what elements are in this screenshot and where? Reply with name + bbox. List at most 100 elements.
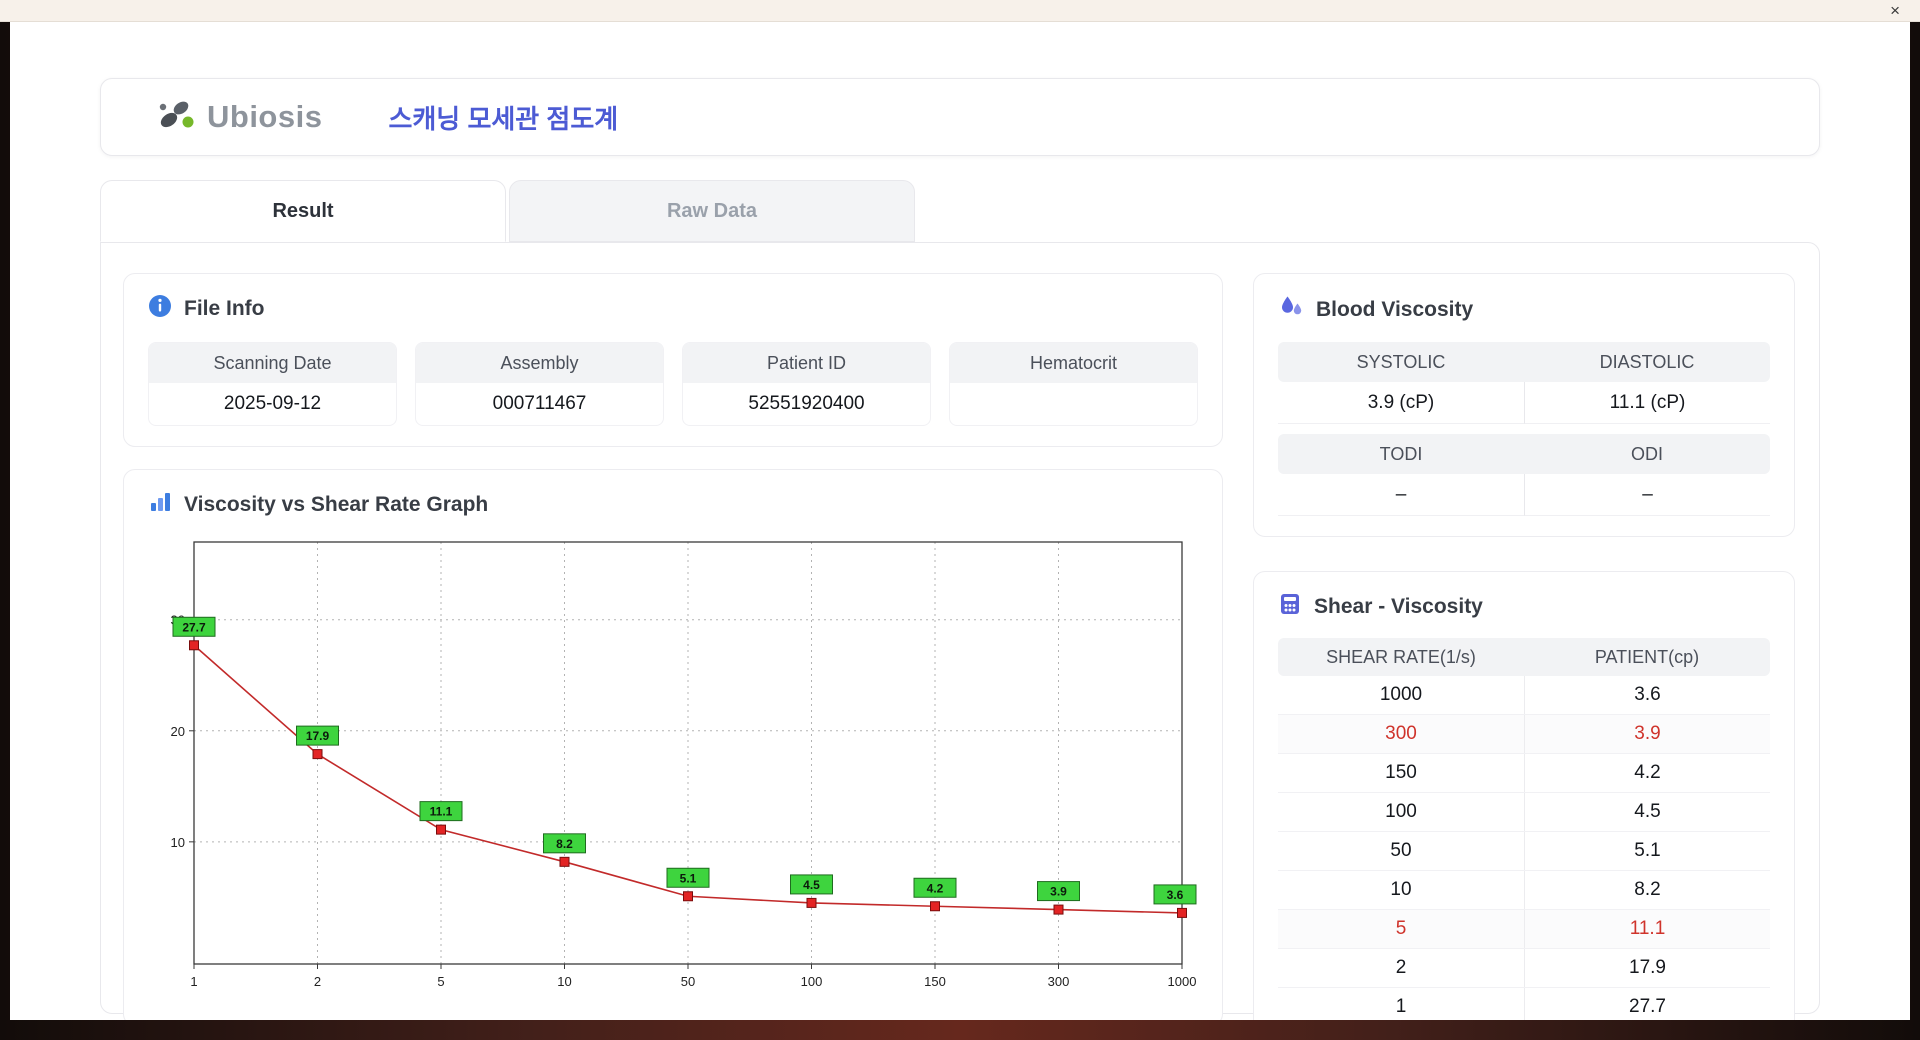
bv-header-cell: SYSTOLIC bbox=[1356, 351, 1446, 372]
svg-text:1000: 1000 bbox=[1168, 974, 1197, 989]
bv-value-row: 3.9 (cP) 11.1 (cP) bbox=[1278, 382, 1770, 424]
calculator-icon bbox=[1278, 592, 1302, 622]
blood-viscosity-card: Blood Viscosity SYSTOLIC DIASTOLIC 3.9 (… bbox=[1253, 273, 1795, 537]
bv-value-cell: 11.1 (cP) bbox=[1524, 382, 1770, 424]
close-icon[interactable]: × bbox=[1886, 0, 1904, 22]
bv-value-cell: 3.9 (cP) bbox=[1278, 382, 1524, 424]
patient-viscosity-cell: 27.7 bbox=[1524, 988, 1770, 1020]
shear-row: 150 4.2 bbox=[1278, 754, 1770, 793]
file-info-field: Patient ID 52551920400 bbox=[682, 342, 931, 426]
svg-text:50: 50 bbox=[681, 974, 695, 989]
shear-rate-cell: 1000 bbox=[1379, 684, 1423, 705]
patient-viscosity-cell: 5.1 bbox=[1524, 832, 1770, 870]
shear-rate-cell: 5 bbox=[1278, 910, 1524, 948]
svg-text:5.1: 5.1 bbox=[680, 871, 697, 885]
svg-text:150: 150 bbox=[924, 974, 946, 989]
shear-rate-cell: 150 bbox=[1385, 762, 1417, 783]
file-info-title-row: File Info bbox=[148, 294, 1198, 324]
shear-row: 100 4.5 bbox=[1278, 793, 1770, 832]
graph-title-row: Viscosity vs Shear Rate Graph bbox=[148, 490, 1198, 520]
field-label: Scanning Date bbox=[149, 343, 396, 383]
shear-rate-cell: 10 bbox=[1390, 879, 1412, 900]
page: Ubiosis 스캐닝 모세관 점도계 Result Raw Data File… bbox=[10, 22, 1910, 1020]
svg-text:5: 5 bbox=[437, 974, 444, 989]
section-title: File Info bbox=[184, 297, 265, 320]
shear-viscosity-title-row: Shear - Viscosity bbox=[1278, 592, 1770, 622]
field-value: 52551920400 bbox=[748, 393, 865, 414]
svg-text:27.7: 27.7 bbox=[182, 620, 206, 634]
field-label: Patient ID bbox=[683, 343, 930, 383]
shear-row: 300 3.9 bbox=[1278, 715, 1770, 754]
brand-logo: Ubiosis bbox=[155, 95, 322, 140]
patient-viscosity-cell: 11.1 bbox=[1524, 910, 1770, 948]
bv-grid: SYSTOLIC DIASTOLIC 3.9 (cP) 11.1 (cP) TO… bbox=[1278, 342, 1770, 516]
bv-group: TODI ODI – – bbox=[1278, 434, 1770, 516]
tab-bar: Result Raw Data bbox=[100, 180, 1820, 242]
result-panel: File Info Scanning Date 2025-09-12 Assem… bbox=[100, 242, 1820, 1020]
shear-row: 50 5.1 bbox=[1278, 832, 1770, 871]
shear-row: 10 8.2 bbox=[1278, 871, 1770, 910]
patient-viscosity-cell: 8.2 bbox=[1524, 871, 1770, 909]
viscosity-graph-card: Viscosity vs Shear Rate Graph 1 2 5 10 50 100… bbox=[123, 469, 1223, 1020]
shear-row: 2 17.9 bbox=[1278, 949, 1770, 988]
svg-text:300: 300 bbox=[1048, 974, 1070, 989]
svg-text:17.9: 17.9 bbox=[306, 729, 330, 743]
svg-text:100: 100 bbox=[801, 974, 823, 989]
tab-raw-data[interactable]: Raw Data bbox=[509, 180, 915, 242]
bv-header-cell: TODI bbox=[1379, 443, 1423, 464]
bv-header-cell: ODI bbox=[1630, 443, 1663, 464]
brand-name: Ubiosis bbox=[207, 99, 323, 134]
app-title: 스캐닝 모세관 점도계 bbox=[388, 103, 619, 134]
file-info-field: Assembly 000711467 bbox=[415, 342, 664, 426]
shear-rate-cell: 50 bbox=[1390, 840, 1412, 861]
svg-text:4.5: 4.5 bbox=[803, 878, 820, 892]
bv-value-cell: – bbox=[1524, 474, 1770, 516]
file-info-field: Hematocrit bbox=[949, 342, 1198, 426]
shear-table-header: SHEAR RATE(1/s) PATIENT(cp) bbox=[1278, 638, 1770, 676]
bv-value-row: – – bbox=[1278, 474, 1770, 516]
left-column: File Info Scanning Date 2025-09-12 Assem… bbox=[123, 273, 1223, 1020]
col-patient: PATIENT(cp) bbox=[1594, 646, 1700, 667]
shear-row: 1 27.7 bbox=[1278, 988, 1770, 1020]
svg-text:10: 10 bbox=[171, 835, 185, 850]
section-title: Viscosity vs Shear Rate Graph bbox=[184, 493, 489, 516]
field-label: Hematocrit bbox=[950, 343, 1197, 383]
patient-viscosity-cell: 4.2 bbox=[1524, 754, 1770, 792]
svg-text:3.6: 3.6 bbox=[1167, 888, 1184, 902]
svg-text:20: 20 bbox=[171, 724, 185, 739]
patient-viscosity-cell: 3.9 bbox=[1524, 715, 1770, 753]
viscosity-shear-chart: 1251050100150300100010203027.717.911.18.… bbox=[171, 541, 1197, 989]
shear-row: 1000 3.6 bbox=[1278, 676, 1770, 715]
patient-viscosity-cell: 17.9 bbox=[1524, 949, 1770, 987]
shear-rate-cell: 100 bbox=[1385, 801, 1417, 822]
file-info-fields: Scanning Date 2025-09-12 Assembly 000711… bbox=[148, 342, 1198, 426]
blood-viscosity-title-row: Blood Viscosity bbox=[1278, 294, 1770, 326]
right-column: Blood Viscosity SYSTOLIC DIASTOLIC 3.9 (… bbox=[1253, 273, 1795, 1020]
field-value: 2025-09-12 bbox=[223, 393, 322, 414]
field-value bbox=[950, 383, 1197, 425]
field-label: Assembly bbox=[416, 343, 663, 383]
shear-viscosity-card: Shear - Viscosity SHEAR RATE(1/s) PATIEN… bbox=[1253, 571, 1795, 1020]
shear-rate-cell: 2 bbox=[1395, 957, 1407, 978]
field-value: 000711467 bbox=[492, 393, 587, 414]
bv-header-row: SYSTOLIC DIASTOLIC bbox=[1278, 342, 1770, 382]
header-card: Ubiosis 스캐닝 모세관 점도계 bbox=[100, 78, 1820, 156]
svg-text:4.2: 4.2 bbox=[927, 881, 944, 895]
svg-text:2: 2 bbox=[314, 974, 321, 989]
patient-viscosity-cell: 3.6 bbox=[1524, 676, 1770, 714]
bv-group: SYSTOLIC DIASTOLIC 3.9 (cP) 11.1 (cP) bbox=[1278, 342, 1770, 424]
info-icon bbox=[148, 294, 172, 324]
svg-text:3.9: 3.9 bbox=[1050, 885, 1067, 899]
section-title: Shear - Viscosity bbox=[1314, 595, 1483, 618]
shear-rate-cell: 1 bbox=[1395, 996, 1407, 1017]
svg-text:11.1: 11.1 bbox=[430, 805, 453, 819]
svg-text:1: 1 bbox=[190, 974, 197, 989]
bv-header-cell: DIASTOLIC bbox=[1599, 351, 1695, 372]
file-info-field: Scanning Date 2025-09-12 bbox=[148, 342, 397, 426]
svg-text:10: 10 bbox=[557, 974, 571, 989]
window-titlebar: × bbox=[0, 0, 1920, 22]
shear-row: 5 11.1 bbox=[1278, 910, 1770, 949]
tab-result[interactable]: Result bbox=[100, 180, 506, 242]
bar-chart-icon bbox=[148, 490, 172, 520]
col-shear-rate: SHEAR RATE(1/s) bbox=[1326, 646, 1476, 667]
